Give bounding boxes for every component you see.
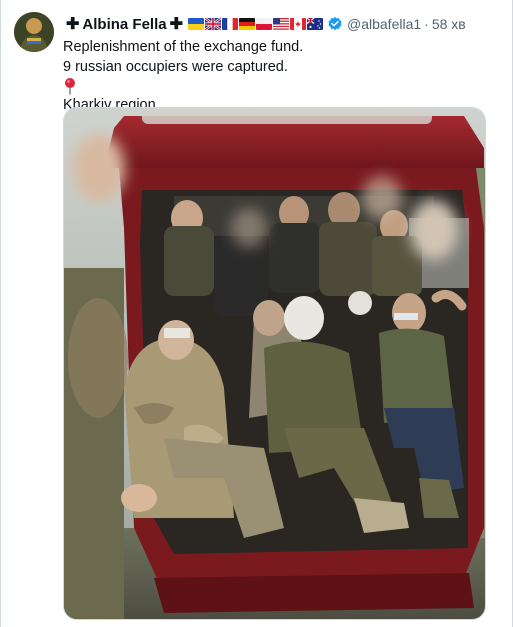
flag-list bbox=[188, 18, 324, 30]
uk-flag-icon bbox=[205, 18, 221, 30]
tweet-header: ✚ Albina Fella ✚ @albafella1 · 58 хв bbox=[63, 13, 466, 35]
tweet-text-line-1: Replenishment of the exchange fund. bbox=[63, 39, 304, 55]
author-handle[interactable]: @albafella1 bbox=[347, 16, 421, 32]
tweet-text-line-2: 9 russian occupiers were captured. bbox=[63, 59, 288, 75]
ukraine-flag-icon bbox=[188, 18, 204, 30]
tweet-time[interactable]: 58 хв bbox=[432, 16, 466, 32]
photo-prisoners-in-vehicle bbox=[64, 108, 485, 619]
tweet-text: Replenishment of the exchange fund. 9 ru… bbox=[63, 37, 303, 115]
australia-flag-icon bbox=[307, 18, 323, 30]
cross-icon: ✚ bbox=[169, 16, 183, 33]
tweet[interactable]: ✚ Albina Fella ✚ @albafella1 · 58 хв Rep… bbox=[0, 0, 513, 627]
poland-flag-icon bbox=[256, 18, 272, 30]
germany-flag-icon bbox=[239, 18, 255, 30]
cross-icon: ✚ bbox=[66, 16, 80, 33]
canada-flag-icon bbox=[290, 18, 306, 30]
tweet-photo[interactable] bbox=[63, 107, 486, 620]
verified-badge-icon bbox=[328, 17, 342, 31]
round-pushpin-icon bbox=[65, 78, 75, 95]
display-name[interactable]: Albina Fella bbox=[82, 16, 166, 33]
france-flag-icon bbox=[222, 18, 238, 30]
usa-flag-icon bbox=[273, 18, 289, 30]
separator-dot: · bbox=[424, 16, 429, 32]
avatar[interactable] bbox=[14, 12, 54, 52]
